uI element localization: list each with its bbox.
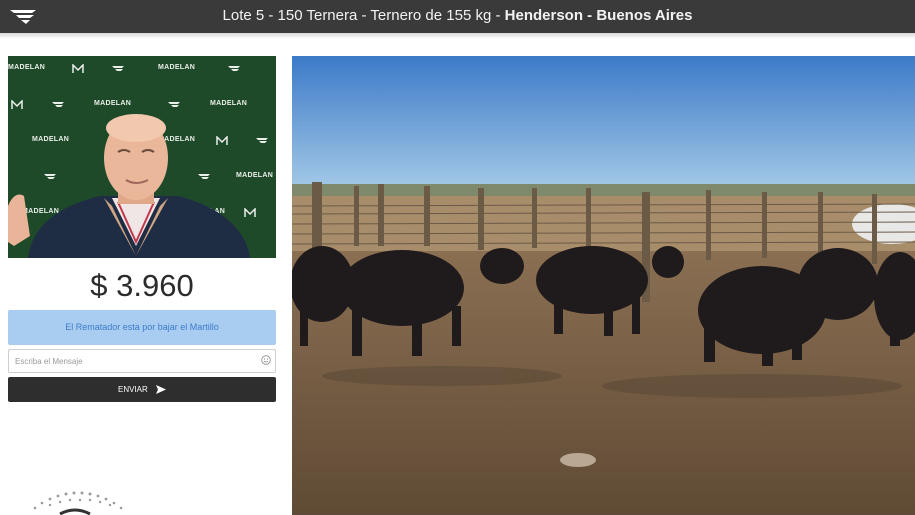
send-button[interactable]: ENVIAR xyxy=(8,377,276,402)
status-banner: El Rematador esta por bajar el Martillo xyxy=(8,310,276,345)
message-input[interactable] xyxy=(9,350,249,372)
top-bar-shadow xyxy=(0,33,915,39)
lot-title: Lote 5 - 150 Ternera - Ternero de 155 kg… xyxy=(0,7,915,24)
top-bar: Lote 5 - 150 Ternera - Ternero de 155 kg… xyxy=(0,0,915,33)
emoji-icon[interactable] xyxy=(261,355,271,365)
auctioneer-video[interactable]: MADELAN MADELAN MADELAN MADELAN MADELAN … xyxy=(8,56,276,258)
bidding-panel: MADELAN MADELAN MADELAN MADELAN MADELAN … xyxy=(8,56,276,402)
livestock-video[interactable] xyxy=(292,56,915,515)
lot-location: Henderson - Buenos Aires xyxy=(504,7,693,24)
cattle-pen-scene xyxy=(292,56,915,515)
message-box xyxy=(8,349,276,373)
lot-description: Lote 5 - 150 Ternera - Ternero de 155 kg… xyxy=(222,7,505,24)
send-arrow-icon xyxy=(156,385,167,395)
loading-spinner-icon xyxy=(33,491,123,515)
current-price: $ 3.960 xyxy=(90,268,194,303)
send-label: ENVIAR xyxy=(117,385,148,394)
auctioneer-person xyxy=(8,114,250,258)
